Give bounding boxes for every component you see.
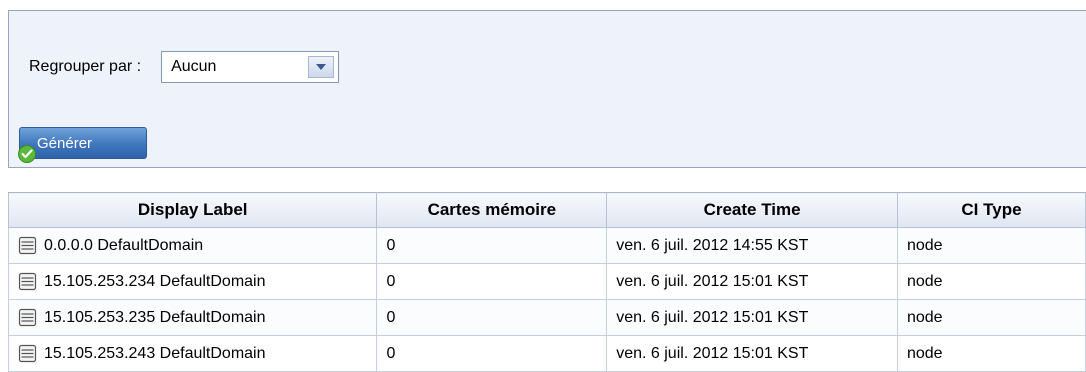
cell-ci-type: node <box>896 227 1086 264</box>
cell-display-label: 15.105.253.235 DefaultDomain <box>7 299 378 336</box>
generate-label: Générer <box>37 134 93 152</box>
row-label: 0.0.0.0 DefaultDomain <box>44 236 204 254</box>
group-by-select[interactable]: Aucun <box>161 51 340 83</box>
table-row[interactable]: 15.105.253.235 DefaultDomain 0 ven. 6 ju… <box>7 299 1086 336</box>
cell-memory-cards: 0 <box>376 335 608 372</box>
check-icon <box>18 145 36 163</box>
row-label: 15.105.253.243 DefaultDomain <box>44 344 266 362</box>
table-row[interactable]: 15.105.253.243 DefaultDomain 0 ven. 6 ju… <box>7 335 1086 372</box>
table-row[interactable]: 0.0.0.0 DefaultDomain 0 ven. 6 juil. 201… <box>7 227 1086 264</box>
cell-display-label: 15.105.253.234 DefaultDomain <box>7 263 378 300</box>
cell-ci-type: node <box>896 335 1086 372</box>
cell-display-label: 0.0.0.0 DefaultDomain <box>7 227 378 264</box>
group-by-value: Aucun <box>171 58 217 75</box>
row-label: 15.105.253.235 DefaultDomain <box>44 308 266 326</box>
cell-ci-type: node <box>896 263 1086 300</box>
generate-button[interactable]: Générer <box>18 127 147 163</box>
table-header-row: Display Label Cartes mémoire Create Time… <box>7 192 1086 228</box>
cell-create-time: ven. 6 juil. 2012 15:01 KST <box>606 299 898 336</box>
table-row[interactable]: 15.105.253.234 DefaultDomain 0 ven. 6 ju… <box>7 263 1086 300</box>
results-table: Display Label Cartes mémoire Create Time… <box>7 192 1086 372</box>
cell-memory-cards: 0 <box>376 299 608 336</box>
cell-memory-cards: 0 <box>376 263 608 300</box>
server-icon <box>18 308 37 327</box>
column-header-ci-type[interactable]: CI Type <box>896 192 1086 228</box>
cell-create-time: ven. 6 juil. 2012 14:55 KST <box>606 227 898 264</box>
group-by-row: Regrouper par : Aucun <box>29 51 340 83</box>
cell-display-label: 15.105.253.243 DefaultDomain <box>7 335 378 372</box>
cell-create-time: ven. 6 juil. 2012 15:01 KST <box>606 263 898 300</box>
server-icon <box>18 344 37 363</box>
chevron-down-icon[interactable] <box>308 56 335 78</box>
column-header-memory-cards[interactable]: Cartes mémoire <box>376 192 608 228</box>
column-header-display-label[interactable]: Display Label <box>7 192 378 228</box>
row-label: 15.105.253.234 DefaultDomain <box>44 272 266 290</box>
filter-panel: Regrouper par : Aucun Générer <box>8 10 1086 168</box>
server-icon <box>18 236 37 255</box>
cell-ci-type: node <box>896 299 1086 336</box>
group-by-label: Regrouper par : <box>29 58 142 75</box>
column-header-create-time[interactable]: Create Time <box>606 192 898 228</box>
cell-create-time: ven. 6 juil. 2012 15:01 KST <box>606 335 898 372</box>
cell-memory-cards: 0 <box>376 227 608 264</box>
server-icon <box>18 272 37 291</box>
